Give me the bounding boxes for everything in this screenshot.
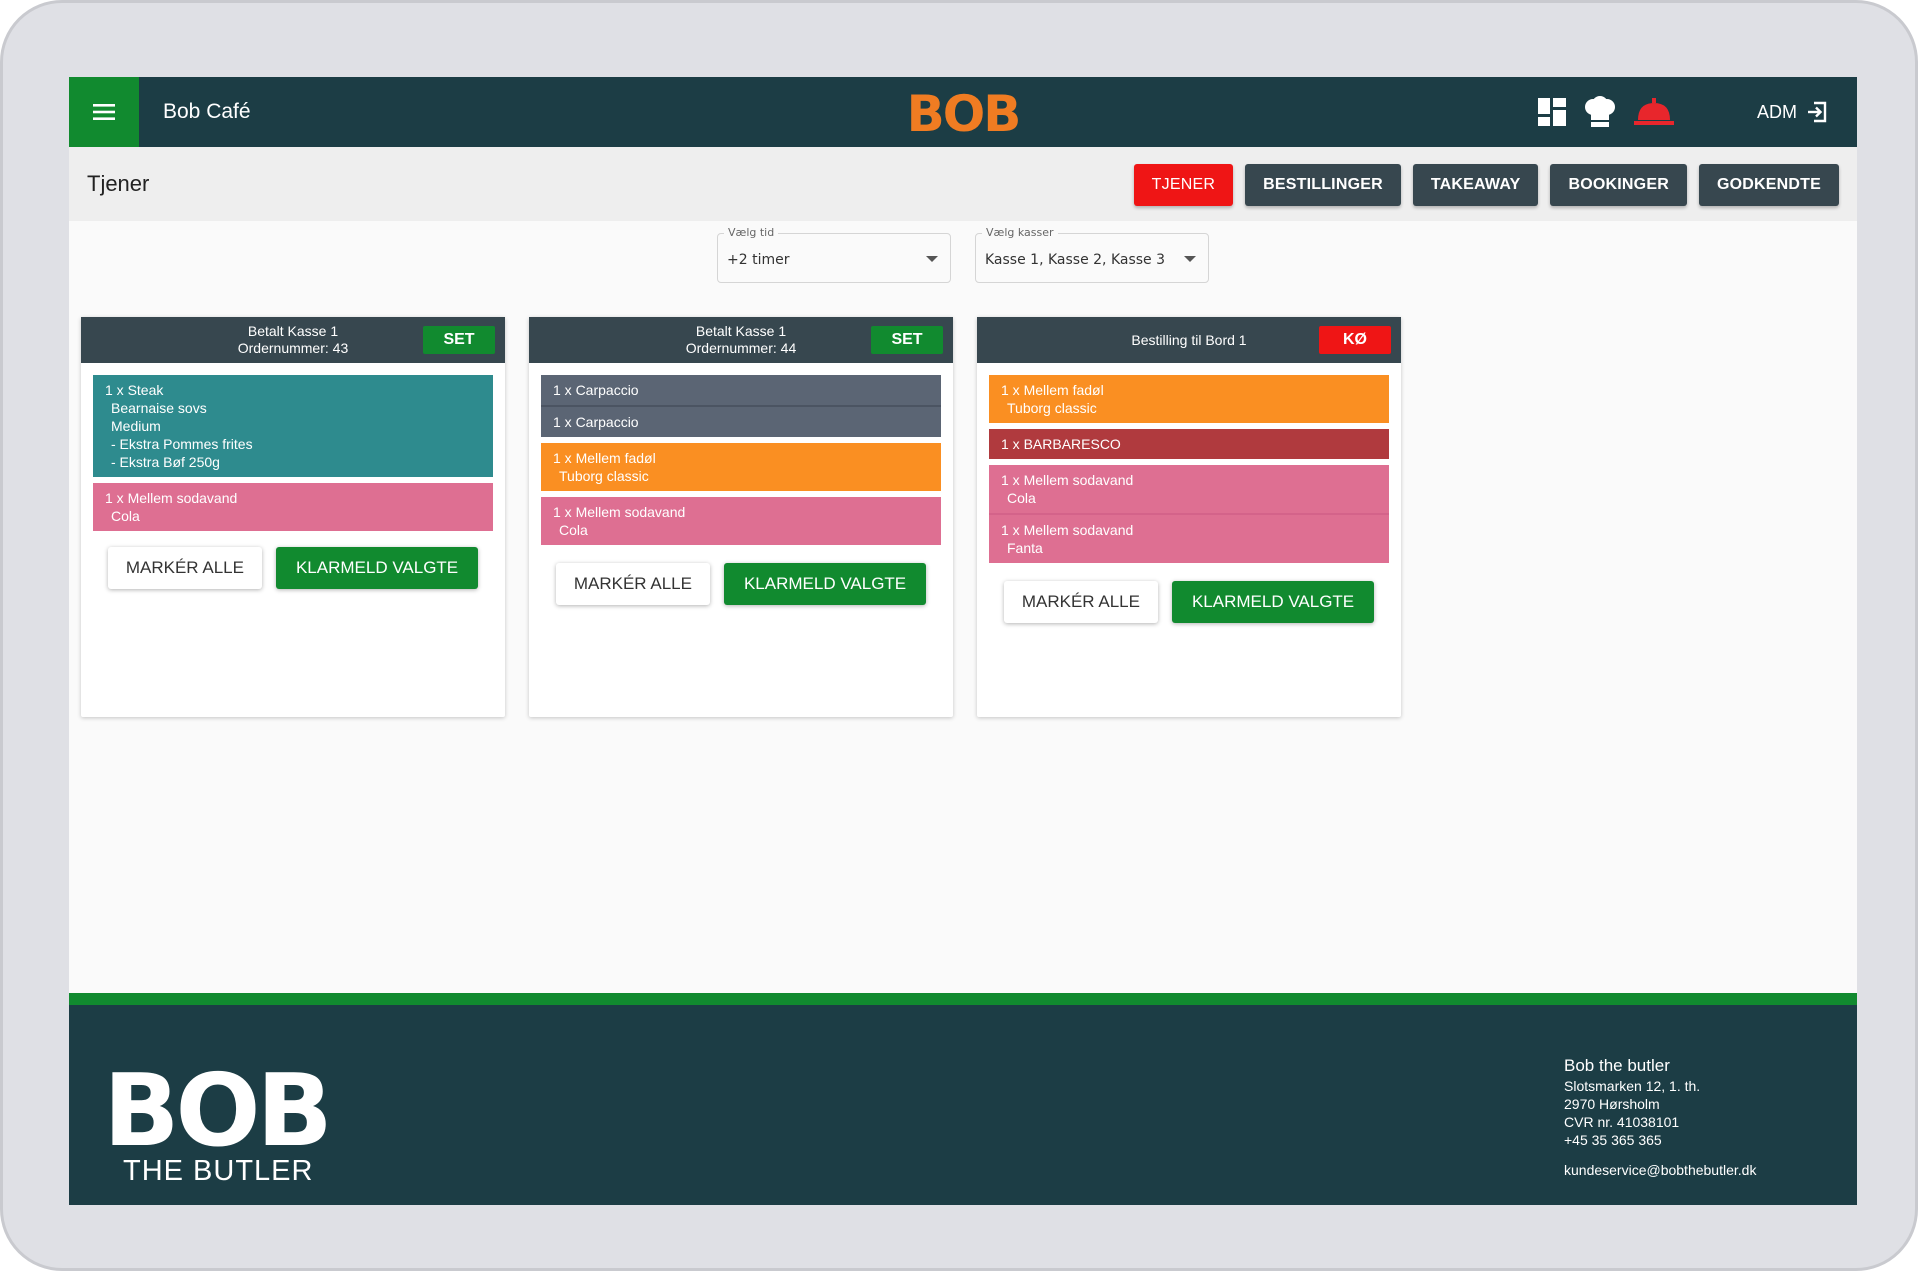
tab-takeaway[interactable]: TAKEAWAY (1412, 164, 1539, 206)
app-bar: Bob Café BOB ADM (69, 77, 1857, 147)
company-name: Bob the butler (1564, 1056, 1670, 1075)
tablet-frame: Bob Café BOB ADM Tjener TJENER BESTILLIN… (0, 0, 1918, 1271)
order-number: Ordernummer: 44 (685, 340, 797, 356)
company-address: Slotsmarken 12, 1. th. (1564, 1078, 1701, 1094)
order-item[interactable]: 1 x Mellem sodavand Fanta (989, 515, 1389, 563)
order-card: Betalt Kasse 1 Ordernummer: 44 SET 1 x C… (529, 317, 953, 717)
item-detail: Cola (111, 508, 140, 524)
page-header: Tjener TJENER BESTILLINGER TAKEAWAY BOOK… (69, 147, 1857, 221)
time-select[interactable]: Vælg tid +2 timer (717, 226, 951, 283)
tab-bestillinger[interactable]: BESTILLINGER (1245, 164, 1401, 206)
svg-text:BOB: BOB (103, 1057, 328, 1153)
company-phone: +45 35 365 365 (1564, 1132, 1662, 1148)
item-line: 1 x Mellem sodavand (553, 504, 686, 520)
chevron-down-icon (926, 256, 938, 262)
mark-all-button[interactable]: MARKÉR ALLE (555, 563, 710, 605)
item-detail: - Ekstra Bøf 250g (111, 454, 220, 470)
register-select-value: Kasse 1, Kasse 2, Kasse 3 (985, 252, 1166, 268)
order-card: Bestilling til Bord 1 KØ 1 x Mellem fadø… (977, 317, 1401, 717)
ready-selected-button[interactable]: KLARMELD VALGTE (1171, 581, 1375, 623)
footer-logo-subtitle: THE BUTLER (123, 1155, 314, 1187)
ready-selected-button[interactable]: KLARMELD VALGTE (275, 547, 479, 589)
svg-text:BOB: BOB (907, 87, 1019, 137)
ready-selected-button[interactable]: KLARMELD VALGTE (723, 563, 927, 605)
order-status: Bestilling til Bord 1 (1131, 331, 1247, 348)
order-card: Betalt Kasse 1 Ordernummer: 43 SET 1 x S… (81, 317, 505, 717)
item-line: 1 x Mellem fadøl (553, 450, 656, 466)
chevron-down-icon (1184, 256, 1196, 262)
order-item[interactable]: 1 x Mellem fadøl Tuborg classic (541, 443, 941, 491)
item-line: 1 x Steak (105, 382, 164, 398)
order-item[interactable]: 1 x Mellem sodavand Cola (541, 497, 941, 545)
order-status: Betalt Kasse 1 (247, 323, 339, 339)
order-card-header: Betalt Kasse 1 Ordernummer: 44 SET (529, 317, 953, 363)
logout-icon[interactable] (1805, 100, 1829, 124)
order-card-header: Betalt Kasse 1 Ordernummer: 43 SET (81, 317, 505, 363)
bob-the-butler-logo: BOB (103, 1057, 329, 1153)
item-line: 1 x Carpaccio (553, 382, 639, 398)
order-item[interactable]: 1 x BARBARESCO (989, 429, 1389, 459)
item-line: 1 x Mellem sodavand (1001, 522, 1134, 538)
hamburger-menu-icon (93, 104, 115, 120)
item-detail: Cola (1007, 490, 1036, 506)
item-line: 1 x BARBARESCO (1001, 436, 1121, 452)
order-status: Betalt Kasse 1 (695, 323, 787, 339)
bob-logo: BOB (907, 87, 1019, 137)
item-detail: Fanta (1007, 540, 1043, 556)
status-badge[interactable]: SET (871, 326, 943, 354)
item-detail: Cola (559, 522, 588, 538)
dashboard-grid-icon[interactable] (1537, 97, 1567, 127)
order-item[interactable]: 1 x Steak Bearnaise sovs Medium - Ekstra… (93, 375, 493, 477)
mark-all-button[interactable]: MARKÉR ALLE (1003, 581, 1158, 623)
order-item[interactable]: 1 x Mellem fadøl Tuborg classic (989, 375, 1389, 423)
status-badge[interactable]: KØ (1319, 326, 1391, 354)
order-item[interactable]: 1 x Carpaccio (541, 375, 941, 407)
order-number: Ordernummer: 43 (237, 340, 349, 356)
page-title: Tjener (87, 171, 150, 196)
order-item[interactable]: 1 x Carpaccio (541, 407, 941, 437)
item-line: 1 x Mellem fadøl (1001, 382, 1104, 398)
app-screen: Bob Café BOB ADM Tjener TJENER BESTILLIN… (69, 77, 1857, 1205)
register-select[interactable]: Vælg kasser Kasse 1, Kasse 2, Kasse 3 (975, 226, 1209, 283)
company-cvr: CVR nr. 41038101 (1564, 1114, 1680, 1130)
time-select-value: +2 timer (727, 252, 790, 268)
company-email[interactable]: kundeservice@bobthebutler.dk (1564, 1161, 1756, 1179)
user-menu[interactable]: ADM (1757, 77, 1829, 147)
user-label: ADM (1757, 101, 1797, 122)
item-detail: Bearnaise sovs (111, 400, 207, 416)
item-detail: - Ekstra Pommes frites (111, 436, 253, 452)
tab-bookinger[interactable]: BOOKINGER (1550, 164, 1687, 206)
nav-tabs: TJENER BESTILLINGER TAKEAWAY BOOKINGER G… (1133, 164, 1839, 206)
tab-godkendte[interactable]: GODKENDTE (1698, 164, 1839, 206)
service-bell-icon[interactable] (1633, 97, 1675, 127)
company-info: Bob the butler Slotsmarken 12, 1. th. 29… (1564, 1055, 1756, 1179)
status-badge[interactable]: SET (423, 326, 495, 354)
menu-button[interactable] (69, 77, 139, 147)
item-detail: Tuborg classic (1007, 400, 1097, 416)
footer-stripe (69, 993, 1857, 1005)
item-detail: Medium (111, 418, 161, 434)
order-item[interactable]: 1 x Mellem sodavand Cola (93, 483, 493, 531)
item-detail: Tuborg classic (559, 468, 649, 484)
order-card-header: Bestilling til Bord 1 KØ (977, 317, 1401, 363)
item-line: 1 x Mellem sodavand (105, 490, 238, 506)
tab-tjener[interactable]: TJENER (1133, 164, 1234, 206)
company-city: 2970 Hørsholm (1564, 1096, 1660, 1112)
order-item[interactable]: 1 x Mellem sodavand Cola (989, 465, 1389, 515)
footer: BOB THE BUTLER Bob the butler Slotsmarke… (69, 1005, 1857, 1205)
item-line: 1 x Mellem sodavand (1001, 472, 1134, 488)
item-line: 1 x Carpaccio (553, 414, 639, 430)
chef-hat-icon[interactable] (1583, 96, 1617, 128)
mark-all-button[interactable]: MARKÉR ALLE (107, 547, 262, 589)
app-title: Bob Café (163, 100, 251, 123)
